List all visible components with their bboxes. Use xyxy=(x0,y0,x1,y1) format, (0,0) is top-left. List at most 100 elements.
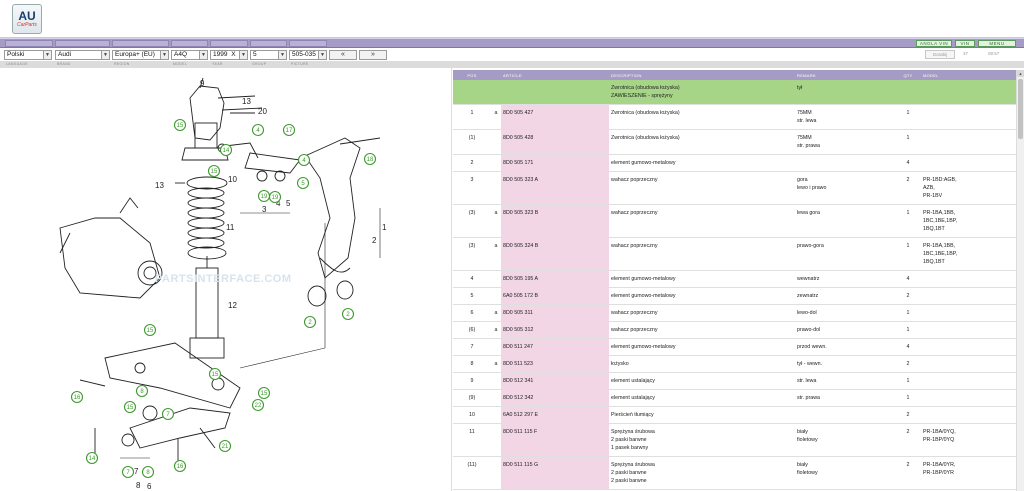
cell-remark-line: biały xyxy=(797,462,808,468)
cell-description: Sprężyna śrubowa 2 paski barwne 1 pasek ba… xyxy=(609,423,795,457)
svg-text:19: 19 xyxy=(261,194,268,200)
cell-article: 8D0 511 247 xyxy=(501,338,609,356)
svg-text:11: 11 xyxy=(226,223,235,232)
model-select[interactable]: A4Q ▼ xyxy=(171,50,208,60)
cell-pos: (3) xyxy=(453,237,491,271)
table-row[interactable]: 6 a 8D0 505 311 wahacz poprzeczny lewo-dol 1 xyxy=(453,304,1016,322)
cell-pos: 10 xyxy=(453,406,491,424)
region-select[interactable]: Europa+ (EU) ▼ xyxy=(112,50,169,60)
col-header-model[interactable]: MODEL xyxy=(921,70,1016,80)
cell-description: wahacz poprzeczny xyxy=(609,321,795,339)
cell-remark-line: fioletowy xyxy=(797,437,818,443)
table-row[interactable]: (1) 8D0 505 428 Zwrotnica (obudowa łożyska… xyxy=(453,129,1016,155)
prev-picture-button[interactable]: « xyxy=(329,50,357,60)
language-select[interactable]: Polski ▼ xyxy=(4,50,52,60)
col-header-description[interactable]: DESCRIPTION xyxy=(609,70,795,80)
toolbar-slot[interactable] xyxy=(171,40,208,47)
cell-remark: biały fioletowy xyxy=(795,423,895,457)
scrollbar-thumb[interactable] xyxy=(1018,79,1023,139)
cell-model xyxy=(921,304,1016,322)
cell-description: wahacz poprzeczny xyxy=(609,304,795,322)
table-row[interactable]: 3 8D0 505 323 Awahacz poprzeczny gora lewo … xyxy=(453,171,1016,205)
table-row[interactable]: 10 6A0 512 297 E Pierścień tłumiący 2 xyxy=(453,406,1016,424)
pane-divider[interactable] xyxy=(451,68,452,491)
table-row[interactable]: 4 8D0 505 195 Aelement gumowo-metalowy wew… xyxy=(453,270,1016,288)
cell-description-line: Zwrotnica (obudowa łożyska) xyxy=(611,110,680,116)
cell-pos xyxy=(453,80,491,105)
table-row[interactable]: 7 8D0 511 247 element gumowo-metalowy przod… xyxy=(453,338,1016,356)
cell-flag xyxy=(491,372,501,390)
cell-description-line: 1 pasek barwny xyxy=(611,445,649,451)
search-input[interactable]: Dorabij xyxy=(925,50,955,59)
table-row[interactable]: (11) 8D0 511 115 G Sprężyna śrubowa 2 paski… xyxy=(453,456,1016,490)
vin-search-button[interactable]: ANGLA VIN xyxy=(916,40,952,47)
cell-flag: a xyxy=(491,104,501,130)
table-row[interactable]: (3) a 8D0 505 324 Bwahacz poprzeczny prawo-… xyxy=(453,237,1016,271)
table-row[interactable]: 8 a 8D0 511 523 łożysko tył - wewn. 2 xyxy=(453,355,1016,373)
cell-description: element ustalający xyxy=(609,372,795,390)
cell-remark: lewo-dol xyxy=(795,304,895,322)
svg-text:1: 1 xyxy=(382,223,387,232)
toolbar-slot[interactable] xyxy=(289,40,327,47)
cell-pos: 6 xyxy=(453,304,491,322)
toolbar-slot[interactable] xyxy=(55,40,110,47)
cell-flag xyxy=(491,171,501,205)
toolbar-slot[interactable] xyxy=(5,40,53,47)
svg-text:14: 14 xyxy=(223,148,230,154)
cell-remark: str. lewa xyxy=(795,372,895,390)
cell-article: 6A0 512 297 E xyxy=(501,406,609,424)
svg-text:2: 2 xyxy=(372,236,377,245)
menu-button[interactable]: MENU xyxy=(978,40,1016,47)
next-picture-button[interactable]: » xyxy=(359,50,387,60)
table-row[interactable]: 2 8D0 505 171 element gumowo-metalowy 4 xyxy=(453,154,1016,172)
cell-remark-line: lewo i prawo xyxy=(797,185,827,191)
table-row[interactable]: 1 a 8D0 505 427 Zwrotnica (obudowa łożyska)… xyxy=(453,104,1016,130)
year-select[interactable]: 1999 X ▼ xyxy=(210,50,248,60)
picture-select[interactable]: 505-035 ▼ xyxy=(289,50,327,60)
table-row[interactable]: Zwrotnica (obudowa łożyska) ZAWIESZENIE -… xyxy=(453,80,1016,105)
group-select[interactable]: 5 ▼ xyxy=(250,50,287,60)
table-scrollbar[interactable]: ▲ xyxy=(1016,70,1024,491)
table-row[interactable]: (9) 8D0 512 342 element ustalający str. pra… xyxy=(453,389,1016,407)
cell-qty: 1 xyxy=(895,372,921,390)
toolbar-slot[interactable] xyxy=(210,40,248,47)
col-header-article[interactable]: ARTICLE xyxy=(501,70,609,80)
cell-description: element gumowo-metalowy xyxy=(609,287,795,305)
table-row[interactable]: 5 6A0 505 172 Belement gumowo-metalowy zew… xyxy=(453,287,1016,305)
brand-select[interactable]: Audi ▼ xyxy=(55,50,110,60)
cell-remark: przod wewn. xyxy=(795,338,895,356)
col-header-qty[interactable]: QTY xyxy=(895,70,921,80)
vin-button[interactable]: VIN xyxy=(955,40,975,47)
cell-description: wahacz poprzeczny xyxy=(609,171,795,205)
cell-flag xyxy=(491,423,501,457)
table-row[interactable]: (3) a 8D0 505 323 Bwahacz poprzeczny lewa g… xyxy=(453,204,1016,238)
language-value: Polski xyxy=(7,51,25,58)
toolbar: ANGLA VIN VIN MENU xyxy=(0,38,1024,48)
cell-remark-line: zewnatrz xyxy=(797,293,819,299)
label-model: MODEL xyxy=(173,62,187,66)
label-region: REGION xyxy=(114,62,130,66)
cell-model-line: PR-1BA/0YQ, xyxy=(923,429,956,435)
info-count: 37 xyxy=(963,51,969,56)
toolbar-slot[interactable] xyxy=(250,40,287,47)
cell-flag: a xyxy=(491,355,501,373)
table-row[interactable]: 11 8D0 511 115 F Sprężyna śrubowa 2 paski b… xyxy=(453,423,1016,457)
cell-article: 8D0 505 323 A xyxy=(501,171,609,205)
toolbar-slot[interactable] xyxy=(112,40,169,47)
cell-article: 8D0 512 341 xyxy=(501,372,609,390)
parts-diagram[interactable]: 9 13 20 10 11 12 3 4 5 1 2 13 7 8 6 15 4… xyxy=(0,68,450,491)
col-header-pos[interactable]: POS xyxy=(453,70,491,80)
cell-remark: tył xyxy=(795,80,895,105)
svg-text:15: 15 xyxy=(212,372,219,378)
app-logo[interactable]: AU CarParts xyxy=(12,4,42,34)
table-row[interactable]: (6) a 8D0 505 312 wahacz poprzeczny prawo-do… xyxy=(453,321,1016,339)
cell-remark-line: lewa gora xyxy=(797,210,820,216)
chevron-down-icon: ▼ xyxy=(160,51,168,59)
col-header-remark[interactable]: REMARK xyxy=(795,70,895,80)
info-time: 09:57 xyxy=(988,51,1000,56)
cell-pos: 8 xyxy=(453,355,491,373)
cell-flag: a xyxy=(491,304,501,322)
scroll-up-icon[interactable]: ▲ xyxy=(1017,70,1024,77)
cell-pos: 11 xyxy=(453,423,491,457)
table-row[interactable]: 9 8D0 512 341 element ustalający str. lewa 1 xyxy=(453,372,1016,390)
